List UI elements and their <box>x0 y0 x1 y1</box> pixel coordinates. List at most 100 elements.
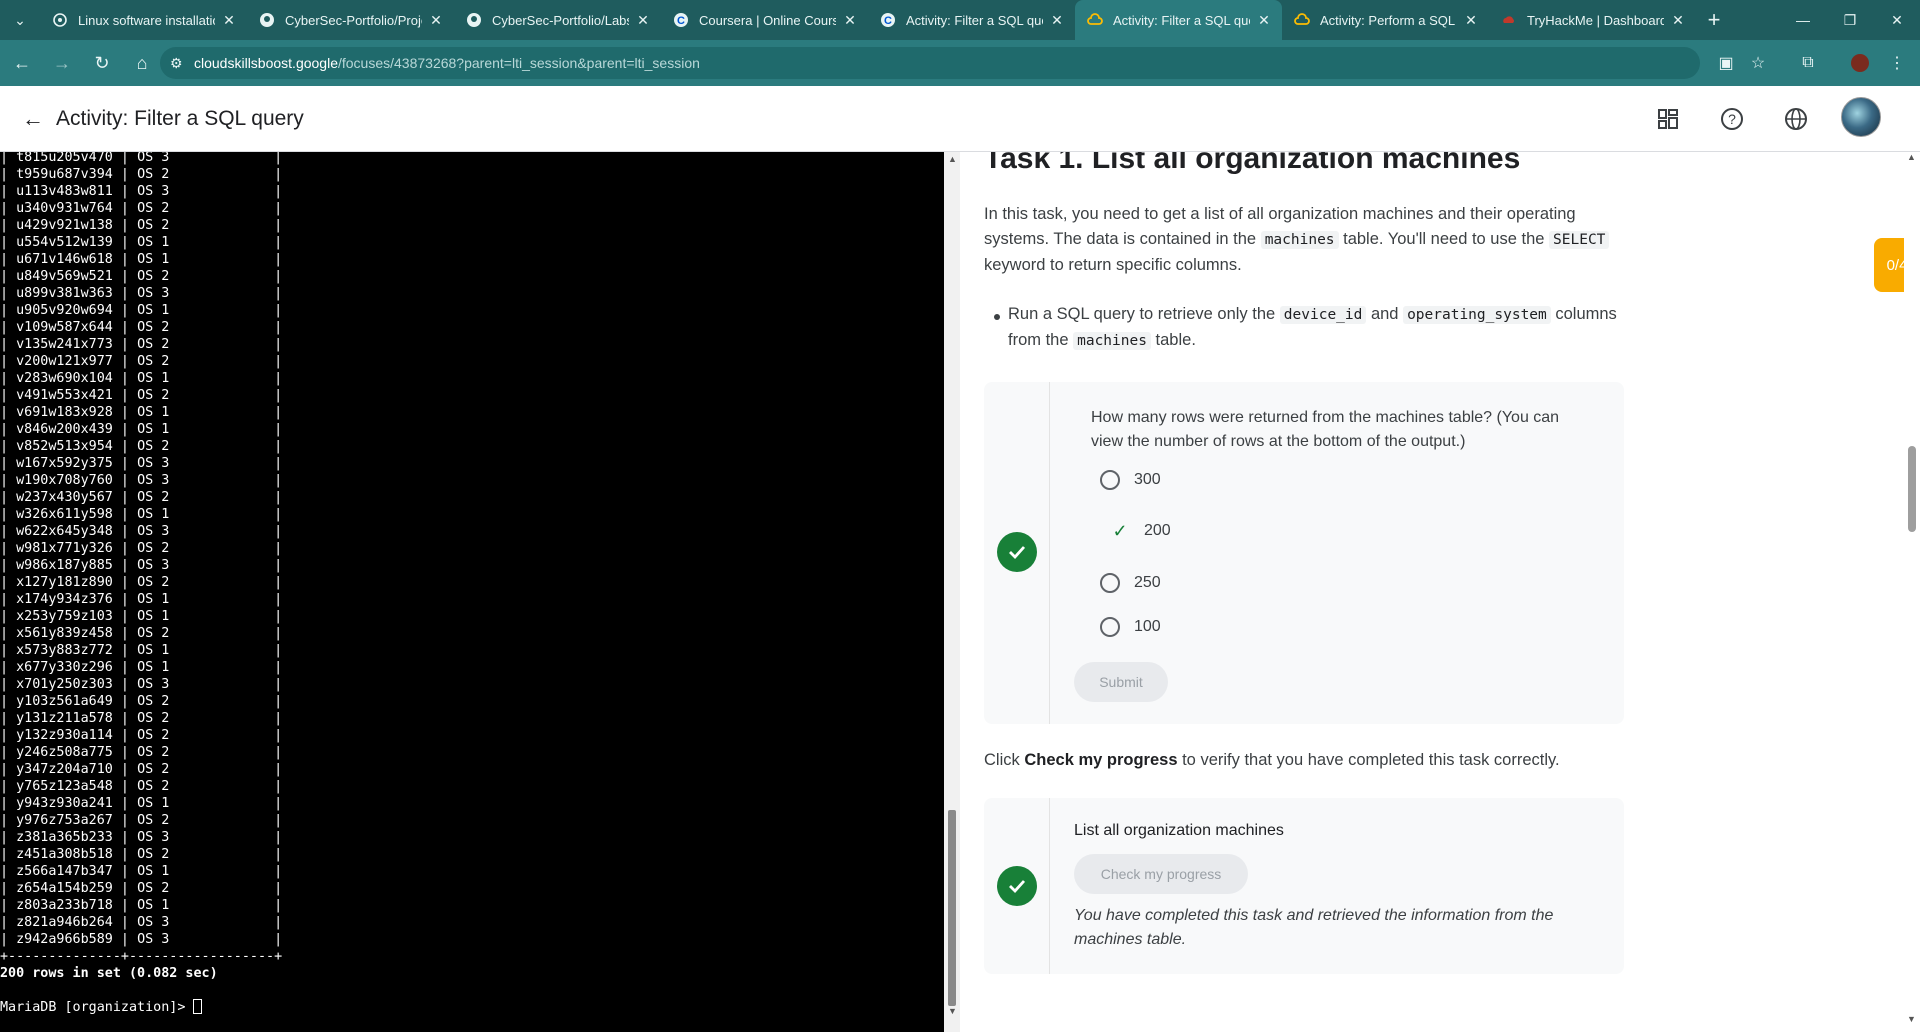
text-cursor <box>193 999 203 1014</box>
browser-tab[interactable]: CyberSec-Portfolio/Labs/C ✕ <box>454 0 661 40</box>
terminal-row: | x701y250z303 | OS 3 | <box>0 677 283 692</box>
terminal-row: | w622x645y348 | OS 3 | <box>0 524 283 539</box>
browser-tab[interactable]: TryHackMe | Dashboard ✕ <box>1489 0 1696 40</box>
operating-system-cell: OS 1 <box>137 660 170 675</box>
quiz-option-200[interactable]: ✓ 200 <box>1110 518 1170 544</box>
grid-layout-icon[interactable] <box>1653 104 1683 134</box>
radio-icon[interactable] <box>1100 470 1120 490</box>
browser-tab[interactable]: Activity: Filter a SQL query ✕ <box>1075 0 1282 40</box>
browser-menu-icon[interactable]: ⋮ <box>1880 40 1914 86</box>
restore-icon[interactable]: ❐ <box>1827 0 1873 40</box>
new-tab-button[interactable]: + <box>1696 0 1732 40</box>
terminal-scroll-thumb[interactable] <box>948 810 956 1006</box>
site-info-icon[interactable]: ⚙ <box>170 55 194 72</box>
device-id-cell: x127y181z890 <box>16 575 113 590</box>
tab-search-chevron-icon[interactable]: ⌄ <box>0 0 40 40</box>
device-id-cell: v852w513x954 <box>16 439 113 454</box>
browser-tab-strip: ⌄ Linux software installation ✕ CyberSec-P… <box>0 0 1920 40</box>
code-machines: machines <box>1073 332 1151 350</box>
device-id-cell: y246z508a775 <box>16 745 113 760</box>
tab-close-icon[interactable]: ✕ <box>1463 12 1479 29</box>
terminal-row: | x174y934z376 | OS 1 | <box>0 592 283 607</box>
radio-icon[interactable] <box>1100 573 1120 593</box>
tab-close-icon[interactable]: ✕ <box>1256 12 1272 29</box>
tab-close-icon[interactable]: ✕ <box>842 12 858 29</box>
tab-close-icon[interactable]: ✕ <box>221 12 237 29</box>
scroll-up-icon[interactable]: ▲ <box>948 154 957 164</box>
quiz-card: How many rows were returned from the mac… <box>984 382 1624 724</box>
reload-icon[interactable]: ↻ <box>84 45 120 81</box>
save-page-icon[interactable]: ▣ <box>1709 40 1743 86</box>
profile-avatar-icon[interactable] <box>1843 40 1877 86</box>
operating-system-cell: OS 2 <box>137 694 170 709</box>
back-arrow-icon[interactable]: ← <box>22 106 50 132</box>
operating-system-cell: OS 2 <box>137 847 170 862</box>
operating-system-cell: OS 2 <box>137 320 170 335</box>
operating-system-cell: OS 3 <box>137 456 170 471</box>
terminal-scrollbar[interactable]: ▲ ▼ <box>944 152 960 1032</box>
code-machines: machines <box>1260 231 1339 249</box>
operating-system-cell: OS 2 <box>137 388 170 403</box>
check-my-progress-button[interactable]: Check my progress <box>1074 854 1248 894</box>
tab-close-icon[interactable]: ✕ <box>1670 12 1686 29</box>
help-icon[interactable]: ? <box>1717 104 1747 134</box>
quiz-option-250[interactable]: 250 <box>1100 570 1161 596</box>
user-avatar[interactable] <box>1841 97 1881 137</box>
mariadb-prompt[interactable]: MariaDB [organization]> <box>0 999 282 1016</box>
browser-tab[interactable]: Linux software installation ✕ <box>40 0 247 40</box>
operating-system-cell: OS 3 <box>137 473 170 488</box>
device-id-cell: x573y883z772 <box>16 643 113 658</box>
home-icon[interactable]: ⌂ <box>124 45 160 81</box>
device-id-cell: y976z753a267 <box>16 813 113 828</box>
browser-tab[interactable]: Activity: Perform a SQL query ✕ <box>1282 0 1489 40</box>
terminal-row: | z821a946b264 | OS 3 | <box>0 915 283 930</box>
terminal-output[interactable]: | t815u205v470 | OS 3 | | t959u687v394 | … <box>0 152 944 1032</box>
address-bar[interactable]: ⚙ cloudskillsboost.google/focuses/438732… <box>160 47 1700 79</box>
terminal-row: | v846w200x439 | OS 1 | <box>0 422 283 437</box>
task-intro: In this task, you need to get a list of … <box>984 202 1624 278</box>
terminal-row: | z942a966b589 | OS 3 | <box>0 932 283 947</box>
forward-icon[interactable]: → <box>44 45 80 81</box>
browser-tab[interactable]: C Coursera | Online Courses ✕ <box>661 0 868 40</box>
operating-system-cell: OS 2 <box>137 881 170 896</box>
tab-close-icon[interactable]: ✕ <box>1049 12 1065 29</box>
svg-text:C: C <box>677 15 685 27</box>
operating-system-cell: OS 3 <box>137 184 170 199</box>
scroll-down-icon[interactable]: ▼ <box>1907 1014 1916 1024</box>
device-id-cell: v135w241x773 <box>16 337 113 352</box>
content-scrollbar[interactable]: ▲ ▼ <box>1904 152 1920 1032</box>
browser-tab[interactable]: CyberSec-Portfolio/Projec ✕ <box>247 0 454 40</box>
terminal-row: | u849v569w521 | OS 2 | <box>0 269 283 284</box>
extensions-icon[interactable]: ⧉ <box>1791 40 1825 86</box>
operating-system-cell: OS 3 <box>137 932 170 947</box>
quiz-option-100[interactable]: 100 <box>1100 614 1161 640</box>
lab-instructions-panel: Task 1. List all organization machines I… <box>960 152 1904 1032</box>
quiz-option-300[interactable]: 300 <box>1100 467 1161 493</box>
bookmark-star-icon[interactable]: ☆ <box>1741 40 1775 86</box>
device-id-cell: v283w690x104 <box>16 371 113 386</box>
terminal-row: | w326x611y598 | OS 1 | <box>0 507 283 522</box>
back-icon[interactable]: ← <box>4 45 40 81</box>
language-globe-icon[interactable] <box>1781 104 1811 134</box>
device-id-cell: y131z211a578 <box>16 711 113 726</box>
tab-close-icon[interactable]: ✕ <box>428 12 444 29</box>
device-id-cell: u671v146w618 <box>16 252 113 267</box>
scroll-up-icon[interactable]: ▲ <box>1907 152 1916 162</box>
svg-text:C: C <box>884 15 892 27</box>
operating-system-cell: OS 1 <box>137 252 170 267</box>
browser-tab[interactable]: C Activity: Filter a SQL query ✕ <box>868 0 1075 40</box>
content-scroll-thumb[interactable] <box>1908 446 1916 532</box>
terminal-row: | w986x187y885 | OS 3 | <box>0 558 283 573</box>
page-title: Activity: Filter a SQL query <box>56 106 304 130</box>
device-id-cell: w167x592y375 <box>16 456 113 471</box>
tab-close-icon[interactable]: ✕ <box>635 12 651 29</box>
close-window-icon[interactable]: ✕ <box>1874 0 1920 40</box>
table-border: +--------------+------------------+ <box>0 949 283 964</box>
device-id-cell: x677y330z296 <box>16 660 113 675</box>
terminal-row: | y347z204a710 | OS 2 | <box>0 762 283 777</box>
submit-button[interactable]: Submit <box>1074 662 1168 702</box>
minimize-icon[interactable]: — <box>1780 0 1826 40</box>
radio-icon[interactable] <box>1100 617 1120 637</box>
scroll-down-icon[interactable]: ▼ <box>948 1006 957 1016</box>
github-icon <box>466 12 482 28</box>
